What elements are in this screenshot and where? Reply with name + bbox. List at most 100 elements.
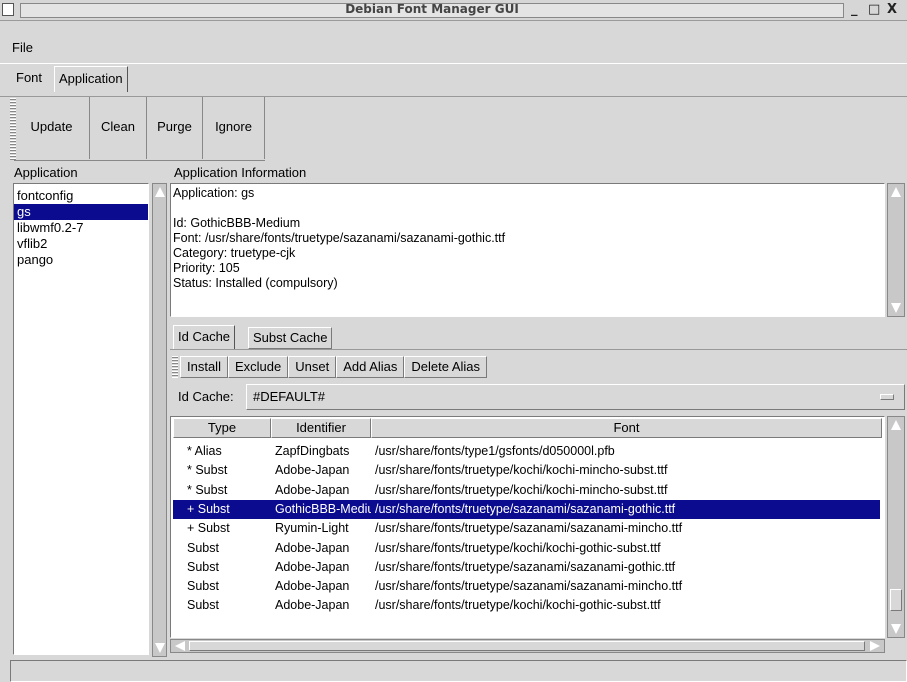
scroll-down-icon[interactable] [891, 624, 901, 634]
actions-grip[interactable] [172, 356, 178, 378]
info-category: Category: truetype-cjk [173, 246, 296, 260]
list-item[interactable]: gs [14, 204, 148, 220]
subtab-line [170, 349, 907, 350]
splitter-scrollbar[interactable] [152, 183, 167, 657]
cell-font: /usr/share/fonts/truetype/sazanami/sazan… [375, 559, 676, 574]
cell-font: /usr/share/fonts/type1/gsfonts/d050000l.… [375, 444, 615, 458]
cell-font: /usr/share/fonts/truetype/sazanami/sazan… [375, 521, 683, 536]
minimize-button[interactable]: _ [851, 2, 858, 17]
title-bar[interactable]: Debian Font Manager GUI _ □ X [0, 0, 907, 21]
update-button[interactable]: Update [14, 97, 90, 159]
tab-subst-cache[interactable]: Subst Cache [248, 327, 333, 349]
maximize-button[interactable]: □ [868, 2, 880, 17]
column-font[interactable]: Font [371, 418, 882, 438]
cell-type: Subst [187, 598, 219, 613]
menu-file[interactable]: File [12, 40, 33, 55]
cell-identifier: Adobe-Japan [275, 463, 350, 478]
id-cache-value: #DEFAULT# [253, 389, 326, 404]
table-row[interactable]: Subst Adobe-Japan/usr/share/fonts/truetyp… [173, 558, 880, 577]
info-panel: Application: gs Id: GothicBBB-Medium Fon… [170, 183, 885, 317]
id-cache-label: Id Cache: [178, 389, 234, 404]
info-status: Status: Installed (compulsory) [173, 276, 338, 290]
tab-application[interactable]: Application [54, 66, 128, 92]
table-row[interactable]: + Subst GothicBBB-Medium/usr/share/fonts/… [173, 499, 880, 519]
cell-identifier: Adobe-Japan [275, 482, 350, 497]
cell-identifier: Adobe-Japan [275, 559, 350, 574]
scroll-up-icon[interactable] [891, 420, 901, 430]
info-scrollbar[interactable] [887, 183, 905, 317]
list-item[interactable]: fontconfig [14, 188, 148, 204]
table-row[interactable]: Subst Adobe-Japan/usr/share/fonts/truetyp… [173, 596, 880, 615]
purge-button[interactable]: Purge [147, 97, 203, 159]
cell-type: + Subst [187, 501, 230, 516]
column-type[interactable]: Type [173, 418, 271, 438]
dropdown-icon[interactable] [880, 394, 894, 400]
list-item[interactable]: libwmf0.2-7 [14, 220, 148, 236]
cell-type: * Subst [187, 482, 228, 497]
cell-identifier: Adobe-Japan [275, 579, 350, 594]
scroll-down-icon[interactable] [891, 303, 901, 313]
table-row[interactable]: * Subst Adobe-Japan/usr/share/fonts/truet… [173, 461, 880, 480]
cache-table[interactable]: Type Identifier Font * Alias ZapfDingbats… [170, 416, 885, 638]
cell-type: * Subst [187, 463, 228, 478]
cell-type: Subst [187, 559, 219, 574]
info-id: Id: GothicBBB-Medium [173, 216, 301, 230]
column-identifier[interactable]: Identifier [271, 418, 371, 438]
table-body: * Alias ZapfDingbats/usr/share/fonts/type… [173, 438, 882, 637]
info-blank [171, 201, 884, 216]
table-hscrollbar[interactable] [170, 639, 885, 653]
tab-id-cache[interactable]: Id Cache [173, 325, 236, 349]
table-row[interactable]: * Alias ZapfDingbats/usr/share/fonts/type… [173, 442, 880, 461]
action-bar: Install Exclude Unset Add Alias Delete A… [180, 356, 488, 378]
info-font: Font: /usr/share/fonts/truetype/sazanami… [173, 231, 506, 245]
application-list[interactable]: fontconfig gs libwmf0.2-7 vflib2 pango [13, 183, 149, 655]
list-item[interactable]: vflib2 [14, 236, 148, 252]
scroll-up-icon[interactable] [891, 187, 901, 197]
cell-font: /usr/share/fonts/truetype/sazanami/sazan… [375, 579, 683, 594]
scroll-right-icon[interactable] [870, 641, 880, 651]
scroll-thumb[interactable] [890, 589, 902, 611]
unset-button[interactable]: Unset [288, 356, 337, 378]
exclude-button[interactable]: Exclude [227, 356, 289, 378]
close-button[interactable]: X [887, 2, 897, 17]
menu-bar: File [0, 36, 907, 61]
add-alias-button[interactable]: Add Alias [336, 356, 405, 378]
tab-font[interactable]: Font [12, 66, 47, 92]
cell-type: + Subst [187, 521, 230, 536]
cell-font: /usr/share/fonts/truetype/kochi/kochi-go… [375, 540, 661, 555]
cell-identifier: ZapfDingbats [275, 444, 350, 458]
scroll-up-icon[interactable] [155, 187, 165, 197]
scroll-left-icon[interactable] [175, 641, 185, 651]
ignore-button[interactable]: Ignore [203, 97, 265, 159]
info-priority: Priority: 105 [173, 261, 240, 275]
clean-button[interactable]: Clean [90, 97, 147, 159]
table-row[interactable]: + Subst Ryumin-Light/usr/share/fonts/true… [173, 519, 880, 538]
status-bar [10, 660, 907, 682]
application-header: Application [14, 165, 78, 180]
info-header: Application Information [174, 165, 307, 180]
cell-font: /usr/share/fonts/truetype/sazanami/sazan… [375, 501, 676, 516]
cell-identifier: Adobe-Japan [275, 598, 350, 613]
window-title: Debian Font Manager GUI [345, 2, 519, 16]
cell-identifier: Adobe-Japan [275, 540, 350, 555]
scroll-down-icon[interactable] [155, 643, 165, 653]
table-row[interactable]: Subst Adobe-Japan/usr/share/fonts/truetyp… [173, 539, 880, 558]
cell-font: /usr/share/fonts/truetype/kochi/kochi-go… [375, 598, 661, 613]
info-application: Application: gs [173, 186, 255, 200]
table-row[interactable]: Subst Adobe-Japan/usr/share/fonts/truetyp… [173, 577, 880, 596]
cell-identifier: GothicBBB-Medium [275, 501, 371, 516]
hscroll-thumb[interactable] [189, 641, 865, 651]
install-button[interactable]: Install [180, 356, 228, 378]
cell-identifier: Ryumin-Light [275, 521, 349, 536]
toolbar: Update Clean Purge Ignore [14, 97, 265, 161]
cell-font: /usr/share/fonts/truetype/kochi/kochi-mi… [375, 463, 668, 478]
table-row[interactable]: * Subst Adobe-Japan/usr/share/fonts/truet… [173, 481, 880, 500]
list-item[interactable]: pango [14, 252, 148, 268]
id-cache-select[interactable]: #DEFAULT# [246, 384, 905, 410]
delete-alias-button[interactable]: Delete Alias [404, 356, 488, 378]
cell-type: * Alias [187, 444, 222, 458]
system-menu-button[interactable] [2, 3, 14, 16]
table-scrollbar[interactable] [887, 416, 905, 638]
tabs-top-line [0, 63, 907, 64]
cell-font: /usr/share/fonts/truetype/kochi/kochi-mi… [375, 482, 668, 497]
